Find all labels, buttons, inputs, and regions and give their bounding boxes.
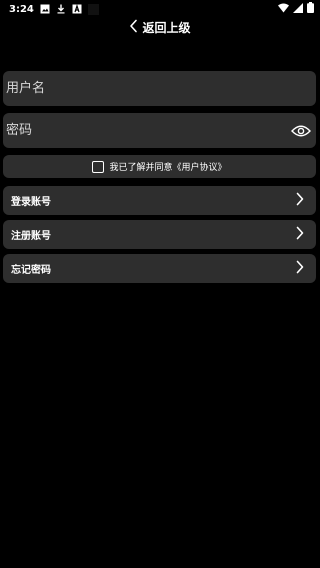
menu-item-label: 忘记密码 xyxy=(11,265,51,276)
password-field-container xyxy=(3,113,316,148)
wifi-icon xyxy=(278,3,289,16)
black-square-icon xyxy=(87,4,99,15)
username-field-container xyxy=(3,71,316,106)
download-icon xyxy=(56,4,66,14)
menu-item-label: 注册账号 xyxy=(11,231,51,242)
forgot-password-button[interactable]: 忘记密码 xyxy=(3,254,316,283)
battery-icon xyxy=(307,2,314,16)
menu-item-label: 登录账号 xyxy=(11,197,51,208)
chevron-right-icon xyxy=(296,191,304,210)
chevron-left-icon xyxy=(129,18,138,37)
signal-icon xyxy=(293,2,303,16)
back-button[interactable]: 返回上级 xyxy=(0,16,320,38)
chevron-right-icon xyxy=(296,259,304,278)
agreement-text: 我已了解并同意《用户协议》 xyxy=(109,163,227,173)
password-input[interactable] xyxy=(3,122,290,139)
username-input[interactable] xyxy=(3,80,316,97)
back-label: 返回上级 xyxy=(142,20,191,35)
chevron-right-icon xyxy=(296,225,304,244)
a-box-icon xyxy=(72,4,82,14)
agreement-row[interactable]: 我已了解并同意《用户协议》 xyxy=(3,155,316,178)
agreement-checkbox[interactable] xyxy=(92,160,105,173)
status-left: 3:24 xyxy=(0,3,99,15)
status-right xyxy=(278,2,320,16)
register-button[interactable]: 注册账号 xyxy=(3,220,316,249)
login-button[interactable]: 登录账号 xyxy=(3,186,316,215)
image-icon xyxy=(40,4,50,14)
status-time: 3:24 xyxy=(9,3,34,15)
eye-icon[interactable] xyxy=(290,124,312,138)
